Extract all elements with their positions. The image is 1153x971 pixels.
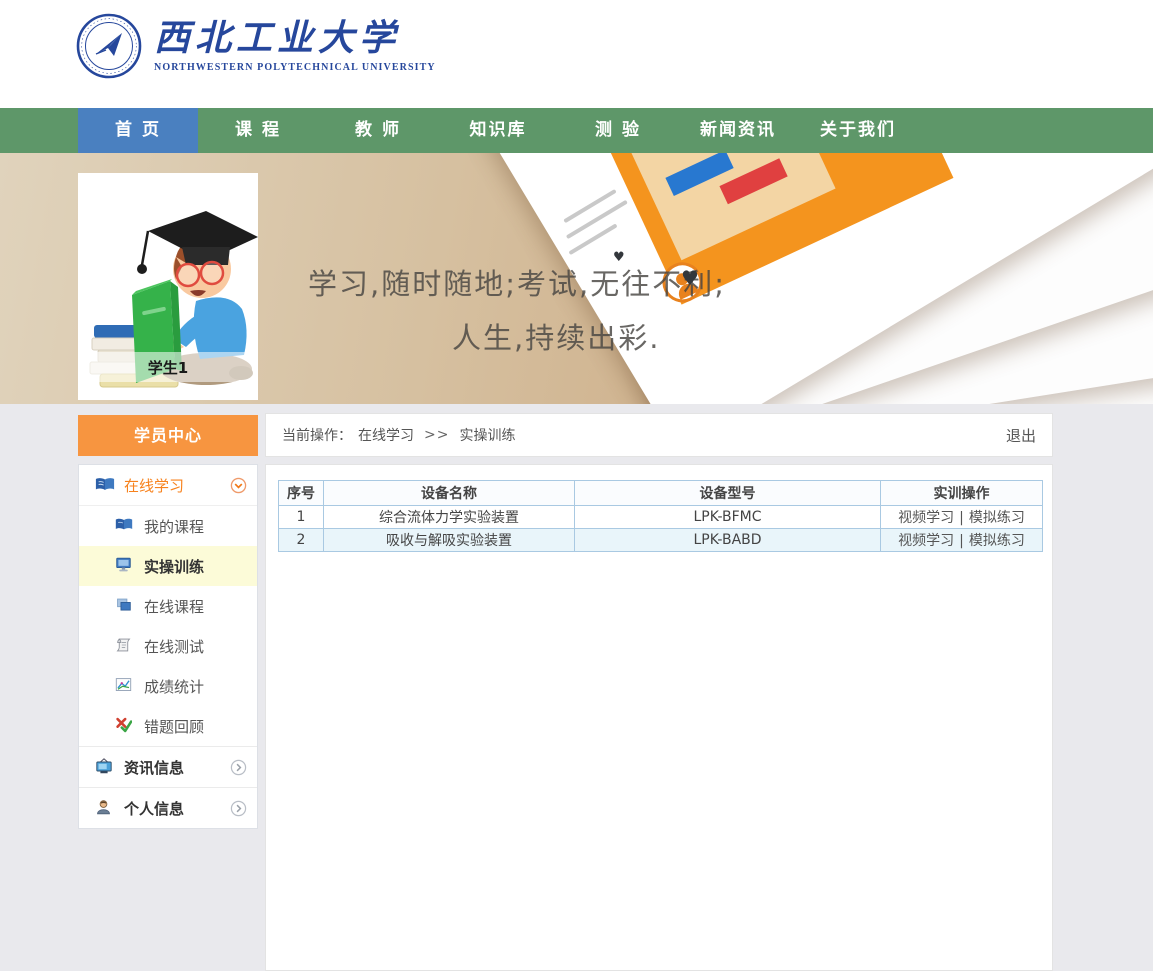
video-learning-link[interactable]: 视频学习 [898,510,954,526]
cell-operations: 视频学习 | 模拟练习 [881,506,1043,529]
student-profile-card: 学生1 [78,173,258,400]
sidebar-item-online-learning[interactable]: 在线学习 [79,465,257,506]
video-learning-link[interactable]: 视频学习 [898,533,954,549]
sidebar-item-label: 成绩统计 [144,676,204,697]
breadcrumb-page: 实操训练 [459,425,515,445]
student-name: 学生1 [148,357,188,378]
scroll-icon [115,637,135,656]
sidebar-item-practical-training[interactable]: 实操训练 [79,546,257,586]
cell-device-name: 综合流体力学实验装置 [324,506,575,529]
nav-item-news[interactable]: 新闻资讯 [678,108,798,153]
tv-icon [95,758,115,777]
breadcrumb-bar: 当前操作： 在线学习 >> 实操训练 退出 [265,413,1053,457]
cell-no: 1 [279,506,324,529]
university-name-en: NORTHWESTERN POLYTECHNICAL UNIVERSITY [154,62,436,73]
content-panel: 序号 设备名称 设备型号 实训操作 1 综合流体力学实验装置 LPK-BFMC … [265,464,1053,971]
sidebar-item-label: 个人信息 [124,798,184,819]
open-book-icon [95,476,115,495]
university-logo[interactable]: 西北工业大学 NORTHWESTERN POLYTECHNICAL UNIVER… [76,13,436,79]
sidebar-item-label: 我的课程 [144,516,204,537]
breadcrumb-separator: >> [424,427,449,443]
sidebar-item-wrong-question-review[interactable]: 错题回顾 [79,706,257,746]
sidebar-item-score-statistics[interactable]: 成绩统计 [79,666,257,706]
cell-device-model: LPK-BABD [575,529,881,552]
sidebar-item-news-info[interactable]: 资讯信息 [79,746,257,787]
sidebar-item-online-courses[interactable]: 在线课程 [79,586,257,626]
nav-items: 首 页 课 程 教 师 知识库 测 验 新闻资讯 关于我们 [78,108,918,153]
action-separator: | [959,510,964,526]
person-icon [95,799,115,818]
chevron-down-icon[interactable] [230,477,247,494]
nav-item-teachers[interactable]: 教 师 [318,108,438,153]
university-name-cn: 西北工业大学 [154,19,436,59]
action-separator: | [959,533,964,549]
col-header-no: 序号 [279,481,324,506]
top-header: 西北工业大学 NORTHWESTERN POLYTECHNICAL UNIVER… [0,0,1153,108]
nav-item-tests[interactable]: 测 验 [558,108,678,153]
device-table: 序号 设备名称 设备型号 实训操作 1 综合流体力学实验装置 LPK-BFMC … [278,480,1043,552]
breadcrumb-section: 在线学习 [358,425,414,445]
nav-item-about[interactable]: 关于我们 [798,108,918,153]
main-nav: 首 页 课 程 教 师 知识库 测 验 新闻资讯 关于我们 [0,108,1153,153]
heart-decor-icon: ♥ [681,266,699,290]
simulation-practice-link[interactable]: 模拟练习 [969,510,1025,526]
nav-item-courses[interactable]: 课 程 [198,108,318,153]
chart-icon [115,677,135,696]
page: 西北工业大学 NORTHWESTERN POLYTECHNICAL UNIVER… [0,0,1153,971]
breadcrumb-prefix: 当前操作： [282,425,352,445]
col-header-device-name: 设备名称 [324,481,575,506]
chevron-right-icon[interactable] [230,759,247,776]
nav-item-home[interactable]: 首 页 [78,108,198,153]
table-header-row: 序号 设备名称 设备型号 实训操作 [279,481,1043,506]
sidebar-item-online-tests[interactable]: 在线测试 [79,626,257,666]
cell-no: 2 [279,529,324,552]
university-seal-icon [76,13,142,79]
banner-slogan-line1: 学习,随时随地;考试,无往不利; [308,261,726,303]
heart-decor-icon: ♥ [613,250,625,265]
sidebar-item-personal-info[interactable]: 个人信息 [79,787,257,828]
cell-device-name: 吸收与解吸实验装置 [324,529,575,552]
hero-banner: 学习,随时随地;考试,无往不利; 人生,持续出彩. ♥ ♥ [0,153,1153,404]
logout-button[interactable]: 退出 [1006,425,1036,446]
sidebar-item-label: 资讯信息 [124,757,184,778]
sidebar-item-label: 在线测试 [144,636,204,657]
sidebar-item-label: 实操训练 [144,556,204,577]
banner-slogan-line2: 人生,持续出彩. [452,315,660,357]
sidebar-item-my-courses[interactable]: 我的课程 [79,506,257,546]
cell-operations: 视频学习 | 模拟练习 [881,529,1043,552]
sidebar-item-label: 在线学习 [124,475,184,496]
wrong-check-icon [115,717,135,736]
windows-icon [115,597,135,616]
nav-item-knowledge[interactable]: 知识库 [438,108,558,153]
logo-text: 西北工业大学 NORTHWESTERN POLYTECHNICAL UNIVER… [154,19,436,73]
col-header-device-model: 设备型号 [575,481,881,506]
sidebar-item-label: 在线课程 [144,596,204,617]
simulation-practice-link[interactable]: 模拟练习 [969,533,1025,549]
book-icon [115,517,135,536]
student-name-overlay: 学生1 [78,352,258,382]
cell-device-model: LPK-BFMC [575,506,881,529]
member-center-header[interactable]: 学员中心 [78,415,258,456]
table-row: 1 综合流体力学实验装置 LPK-BFMC 视频学习 | 模拟练习 [279,506,1043,529]
sidebar-item-label: 错题回顾 [144,716,204,737]
monitor-icon [115,557,135,576]
col-header-operation: 实训操作 [881,481,1043,506]
table-row: 2 吸收与解吸实验装置 LPK-BABD 视频学习 | 模拟练习 [279,529,1043,552]
sidebar-menu: 在线学习 我的课程 [78,464,258,829]
chevron-right-icon[interactable] [230,800,247,817]
